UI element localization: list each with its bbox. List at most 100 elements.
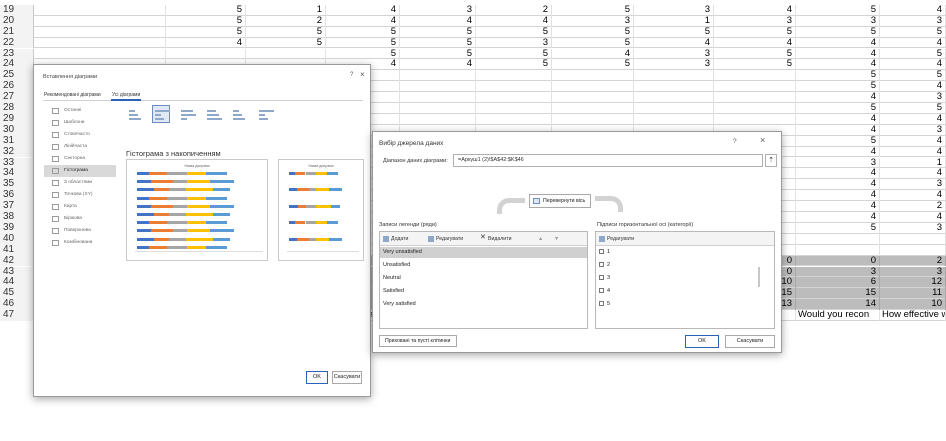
cell[interactable]: 4 <box>880 37 946 49</box>
cell[interactable]: 5 <box>400 48 476 60</box>
cell[interactable]: 3 <box>476 37 552 49</box>
cell[interactable]: 0 <box>796 255 880 267</box>
question-header[interactable]: How effective was <box>880 310 946 321</box>
cell[interactable]: 5 <box>880 26 946 38</box>
chart-type-item[interactable]: Останні <box>44 105 116 117</box>
category-item[interactable]: 5 <box>596 299 774 310</box>
cell[interactable]: 3 <box>552 15 634 27</box>
tab-all-charts[interactable]: Усі діаграми <box>111 91 142 101</box>
cell[interactable]: 14 <box>796 298 880 311</box>
cell[interactable]: 4 <box>634 37 714 49</box>
question-header[interactable]: Would you recon <box>796 310 880 321</box>
cell[interactable]: 1 <box>246 4 326 16</box>
category-checkbox[interactable] <box>599 249 604 255</box>
cancel-button[interactable]: Скасувати <box>725 335 775 348</box>
category-checkbox[interactable] <box>599 301 604 307</box>
cell[interactable]: 4 <box>400 58 476 71</box>
cell[interactable] <box>400 103 476 114</box>
chart-subtype-thumb[interactable] <box>178 105 196 123</box>
cell[interactable] <box>634 81 714 93</box>
hidden-empty-cells-button[interactable]: Приховані та пусті клітинки <box>379 335 457 347</box>
cancel-button[interactable]: Скасувати <box>332 371 362 384</box>
cell[interactable] <box>400 92 476 103</box>
cell[interactable] <box>34 15 166 27</box>
cell[interactable]: 4 <box>714 4 796 16</box>
help-icon[interactable]: ? <box>733 138 737 145</box>
cell[interactable]: 3 <box>796 15 880 27</box>
cell[interactable]: 5 <box>796 102 880 114</box>
chart-type-item[interactable]: Стовпчасто <box>44 129 116 141</box>
cell[interactable] <box>476 92 552 103</box>
cell[interactable] <box>34 26 166 38</box>
cell[interactable] <box>714 81 796 93</box>
remove-series-button[interactable]: ✕ Видалити <box>480 234 511 244</box>
cell[interactable]: 4 <box>796 58 880 71</box>
cell[interactable] <box>476 81 552 93</box>
chart-type-item[interactable]: Шаблони <box>44 117 116 129</box>
close-icon[interactable]: × <box>760 135 765 145</box>
chart-type-item[interactable]: Гістограма <box>44 165 116 177</box>
cell[interactable] <box>796 244 880 256</box>
cell[interactable]: 4 <box>796 37 880 49</box>
cell[interactable]: 5 <box>714 48 796 60</box>
cell[interactable]: 4 <box>166 37 246 49</box>
cell[interactable]: 5 <box>326 48 400 60</box>
cell[interactable]: 2 <box>880 255 946 267</box>
cell[interactable]: 4 <box>714 37 796 49</box>
cell[interactable]: 4 <box>796 113 880 125</box>
cell[interactable]: 5 <box>552 26 634 38</box>
cell[interactable]: 5 <box>796 222 880 234</box>
cell[interactable]: 3 <box>880 222 946 234</box>
cell[interactable]: 4 <box>796 200 880 212</box>
row-header[interactable]: 21 <box>0 26 34 38</box>
cell[interactable] <box>552 113 634 125</box>
chart-type-item[interactable]: Карта <box>44 201 116 213</box>
cell[interactable] <box>714 113 796 125</box>
category-item[interactable]: 2 <box>596 260 774 271</box>
cell[interactable]: 1 <box>634 15 714 27</box>
category-checkbox[interactable] <box>599 262 604 268</box>
cell[interactable]: 5 <box>326 26 400 38</box>
cell[interactable]: 5 <box>246 37 326 49</box>
cell[interactable]: 4 <box>476 15 552 27</box>
cell[interactable]: 4 <box>880 146 946 158</box>
series-item[interactable]: Very unsatisfied <box>380 247 587 258</box>
select-data-source-dialog[interactable]: Вибір джерела даних ? × Діапазон даних д… <box>372 131 782 353</box>
cell[interactable] <box>552 92 634 103</box>
cell[interactable]: 5 <box>476 26 552 38</box>
cell[interactable] <box>34 37 166 49</box>
chart-subtype-thumb[interactable] <box>204 105 222 123</box>
cell[interactable]: 2 <box>476 4 552 16</box>
cell[interactable]: 3 <box>714 15 796 27</box>
cell[interactable] <box>714 92 796 103</box>
cell[interactable]: 5 <box>796 69 880 82</box>
cell[interactable]: 4 <box>796 189 880 202</box>
chart-type-item[interactable]: З областями <box>44 177 116 189</box>
cell[interactable] <box>400 113 476 125</box>
cell[interactable]: 4 <box>326 4 400 16</box>
cell[interactable] <box>476 70 552 82</box>
cell[interactable] <box>880 233 946 245</box>
cell[interactable] <box>552 70 634 82</box>
ok-button[interactable]: OK <box>306 371 328 384</box>
cell[interactable]: 4 <box>796 211 880 223</box>
chart-type-item[interactable]: Біржова <box>44 213 116 225</box>
cell[interactable] <box>634 92 714 103</box>
move-up-icon[interactable]: ▲ <box>530 234 543 244</box>
row-header[interactable]: 41 <box>0 244 34 256</box>
chart-preview-2[interactable]: Назва діаграми <box>278 159 364 261</box>
cell[interactable]: 5 <box>552 58 634 71</box>
cell[interactable]: 4 <box>326 15 400 27</box>
cell[interactable]: 4 <box>796 178 880 191</box>
cell[interactable] <box>166 48 246 60</box>
collapse-range-icon[interactable]: ⇡ <box>765 154 777 167</box>
row-header[interactable]: 47 <box>0 309 34 321</box>
chart-type-item[interactable]: Комбінована <box>44 237 116 249</box>
category-item[interactable]: 1 <box>596 247 774 258</box>
row-header[interactable]: 32 <box>0 146 34 158</box>
cell[interactable] <box>400 70 476 82</box>
tab-recommended[interactable]: Рекомендовані діаграми <box>43 91 102 101</box>
cell[interactable]: 5 <box>796 80 880 93</box>
cell[interactable]: 4 <box>796 124 880 136</box>
help-icon[interactable]: ? <box>350 72 353 78</box>
